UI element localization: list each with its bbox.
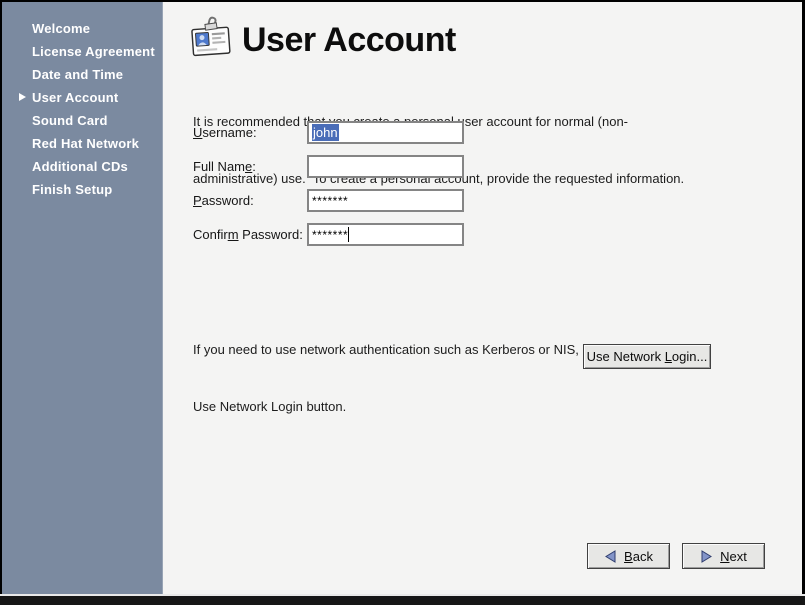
username-row: Username: john (163, 121, 802, 143)
masked-password-text: ******* (312, 228, 348, 242)
back-button[interactable]: Back (587, 543, 670, 569)
sidebar-item-red-hat-network[interactable]: Red Hat Network (2, 132, 162, 155)
password-label: Password: (193, 193, 254, 208)
full-name-input[interactable] (307, 155, 464, 178)
use-network-login-button[interactable]: Use Network Login... (583, 344, 711, 369)
username-input[interactable]: john (307, 121, 464, 144)
setup-wizard-window: Welcome License Agreement Date and Time … (0, 0, 805, 605)
selected-text: john (312, 124, 339, 141)
sidebar: Welcome License Agreement Date and Time … (2, 2, 163, 594)
full-name-row: Full Name: (163, 155, 802, 177)
full-name-label: Full Name: (193, 159, 256, 174)
next-arrow-icon (700, 550, 713, 563)
username-label: Username: (193, 125, 257, 140)
confirm-password-input[interactable]: ******* (307, 223, 464, 246)
text-caret (348, 227, 349, 242)
next-button[interactable]: Next (682, 543, 765, 569)
sidebar-item-additional-cds[interactable]: Additional CDs (2, 155, 162, 178)
confirm-password-row: Confirm Password: ******* (163, 223, 802, 245)
sidebar-item-welcome[interactable]: Welcome (2, 17, 162, 40)
page-title: User Account (242, 21, 456, 60)
back-arrow-icon (604, 550, 617, 563)
network-auth-text: If you need to use network authenticatio… (193, 302, 671, 454)
sidebar-item-sound-card[interactable]: Sound Card (2, 109, 162, 132)
sidebar-item-user-account[interactable]: User Account (2, 86, 162, 109)
password-row: Password: ******* (163, 189, 802, 211)
page-header: User Account (188, 14, 456, 67)
id-badge-icon (188, 14, 234, 67)
masked-password-text: ******* (312, 194, 348, 208)
confirm-password-label: Confirm Password: (193, 227, 303, 242)
sidebar-item-finish-setup[interactable]: Finish Setup (2, 178, 162, 201)
window-bottom-frame (0, 594, 805, 605)
active-step-arrow-icon (19, 93, 26, 101)
password-input[interactable]: ******* (307, 189, 464, 212)
sidebar-item-date-and-time[interactable]: Date and Time (2, 63, 162, 86)
sidebar-item-license-agreement[interactable]: License Agreement (2, 40, 162, 63)
content-pane: User Account It is recommended that you … (163, 2, 802, 594)
